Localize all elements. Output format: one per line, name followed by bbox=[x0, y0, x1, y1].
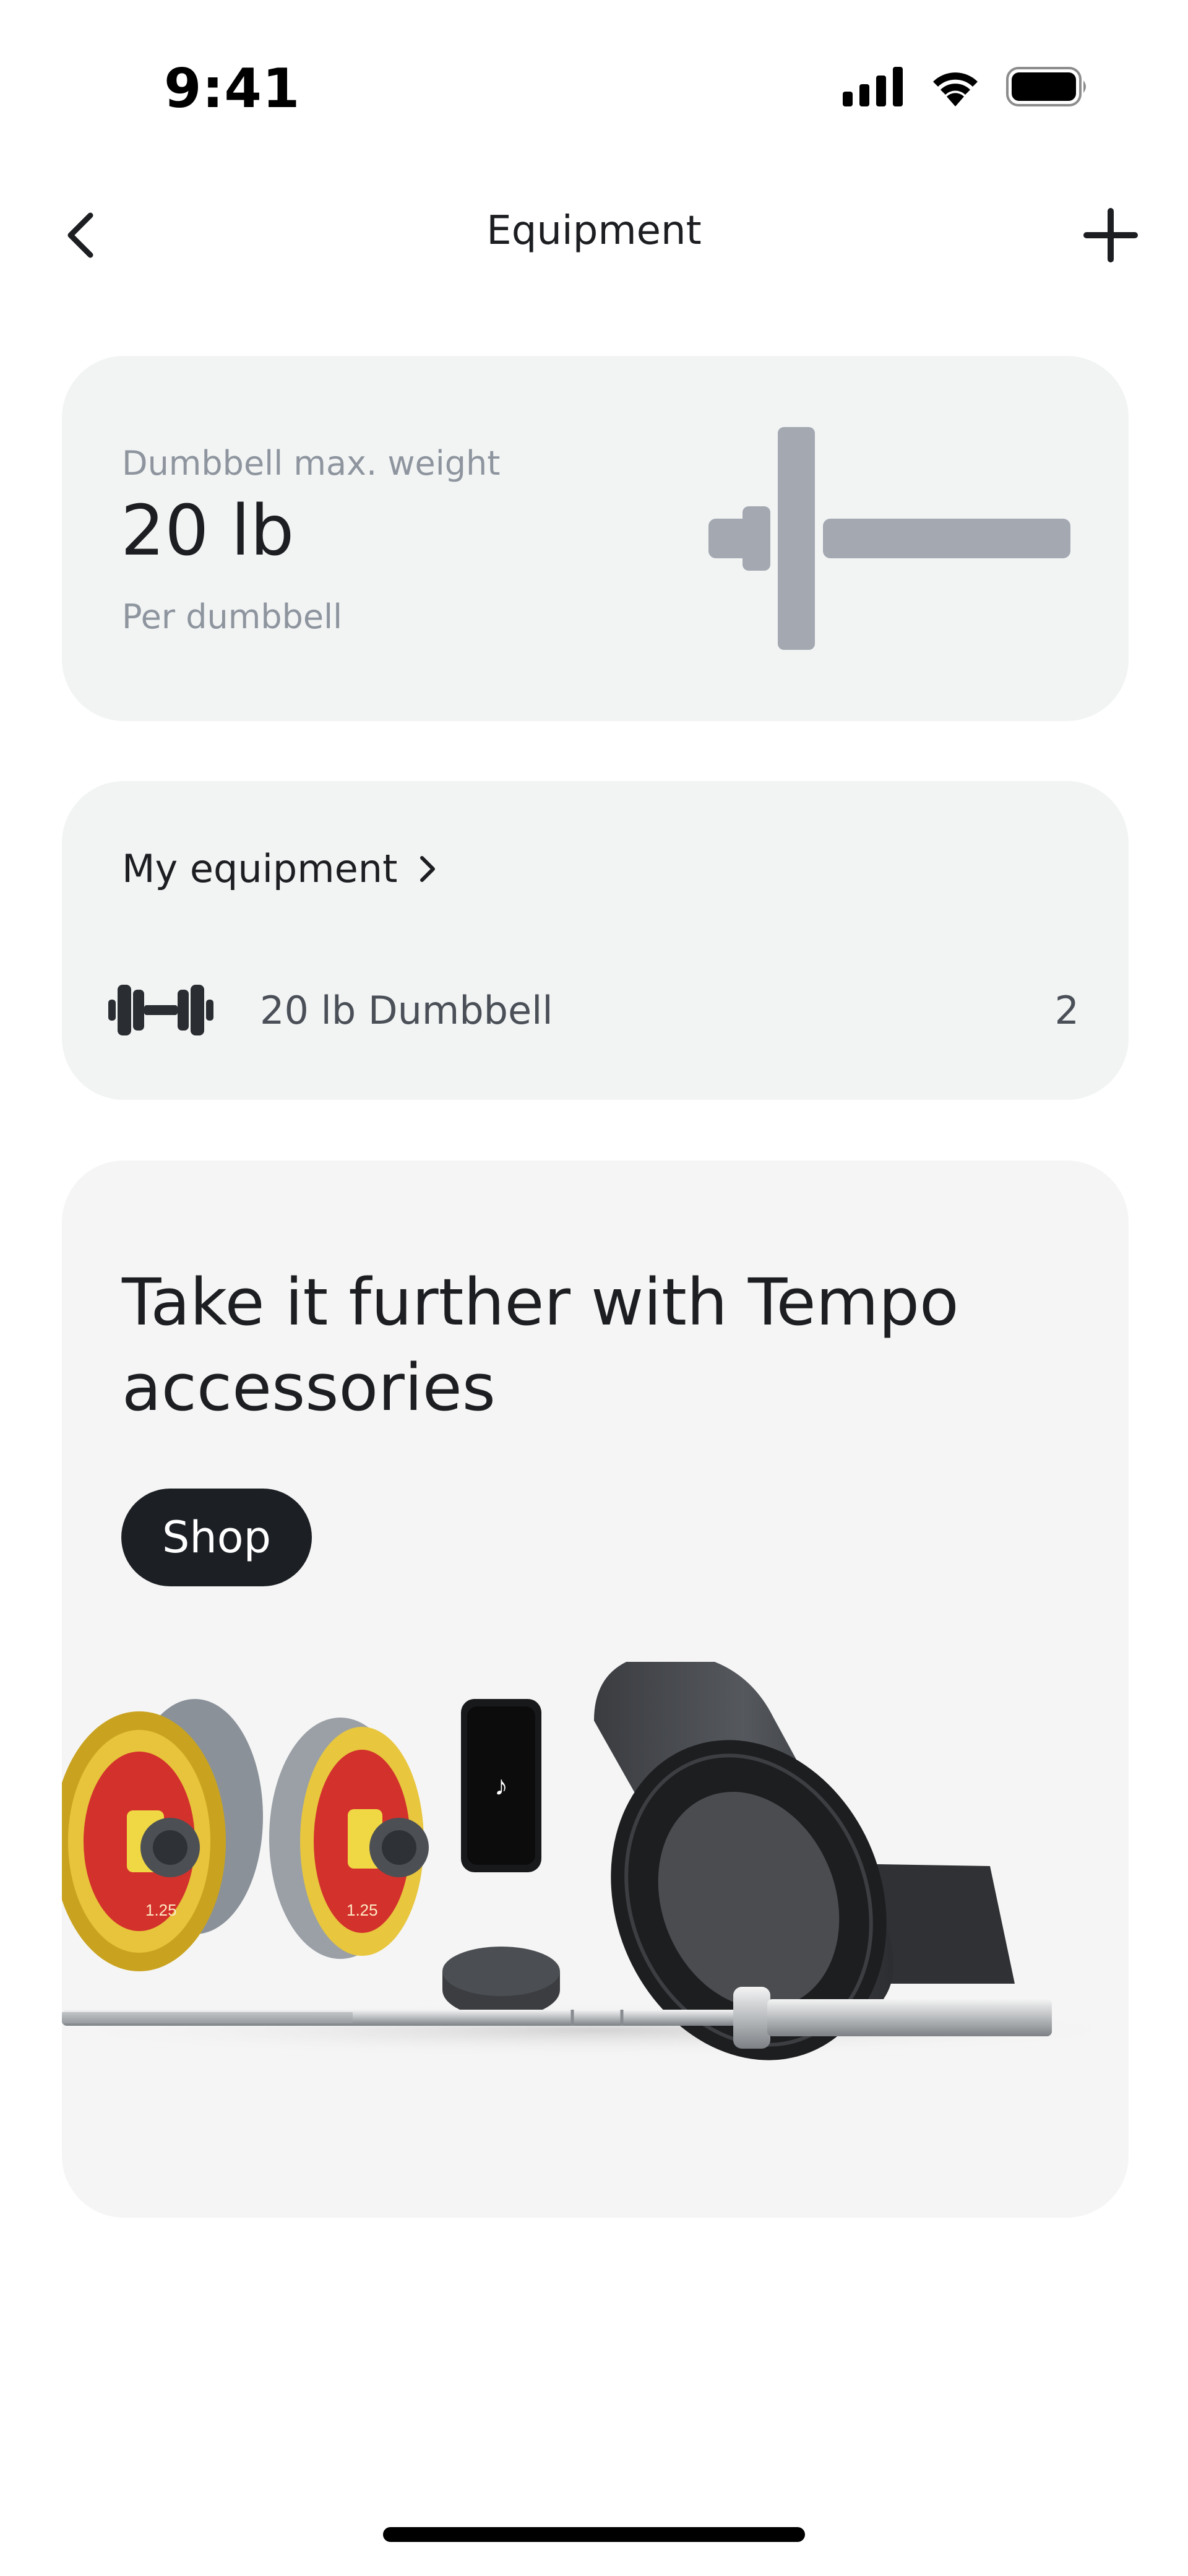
dumbbell-icon bbox=[108, 985, 213, 1035]
chevron-right-icon bbox=[420, 855, 436, 882]
battery-icon bbox=[1006, 67, 1086, 106]
add-equipment-button[interactable] bbox=[1077, 201, 1145, 269]
equipment-list-item[interactable]: 20 lb Dumbbell 2 bbox=[108, 967, 1085, 1053]
wifi-icon bbox=[933, 72, 978, 106]
max-weight-value: 20 lb bbox=[121, 491, 295, 571]
dumbbell-right: 1.25 bbox=[269, 1718, 429, 1959]
equipment-item-label: 20 lb Dumbbell bbox=[260, 987, 553, 1033]
phone-stand: ♪ bbox=[442, 1699, 560, 2018]
equipment-item-count: 2 bbox=[1054, 987, 1079, 1033]
shop-button[interactable]: Shop bbox=[121, 1489, 312, 1586]
plate-weight-label: 1.25 bbox=[145, 1901, 177, 1919]
my-equipment-link[interactable]: My equipment bbox=[122, 846, 438, 891]
dumbbell-left: 1.25 bbox=[62, 1699, 263, 1971]
my-equipment-title: My equipment bbox=[122, 846, 398, 891]
max-weight-card: Dumbbell max. weight 20 lb Per dumbbell bbox=[62, 356, 1129, 721]
status-icons bbox=[843, 67, 1089, 106]
page-title: Equipment bbox=[486, 208, 702, 254]
cellular-signal-icon bbox=[843, 67, 903, 106]
status-bar: 9:41 bbox=[0, 0, 1188, 161]
promo-title: Take it further with Tempo accessories bbox=[122, 1264, 959, 1425]
accessories-promo-card: Take it further with Tempo accessories S… bbox=[62, 1160, 1129, 2218]
home-indicator[interactable] bbox=[383, 2527, 805, 2542]
plate-weight-label-2: 1.25 bbox=[346, 1901, 378, 1919]
svg-text:♪: ♪ bbox=[494, 1771, 508, 1801]
max-weight-subtitle: Per dumbbell bbox=[122, 597, 343, 636]
my-equipment-card: My equipment 20 lb Dumbbell 2 bbox=[62, 781, 1129, 1100]
status-time: 9:41 bbox=[164, 57, 301, 120]
plus-icon bbox=[1083, 208, 1138, 262]
accessories-product-image: ♪ 1.25 1.25 bbox=[62, 1662, 1129, 2060]
max-weight-label: Dumbbell max. weight bbox=[122, 444, 501, 483]
navigation-bar: Equipment bbox=[0, 186, 1188, 279]
dumbbell-plate-graphic bbox=[708, 427, 1070, 650]
